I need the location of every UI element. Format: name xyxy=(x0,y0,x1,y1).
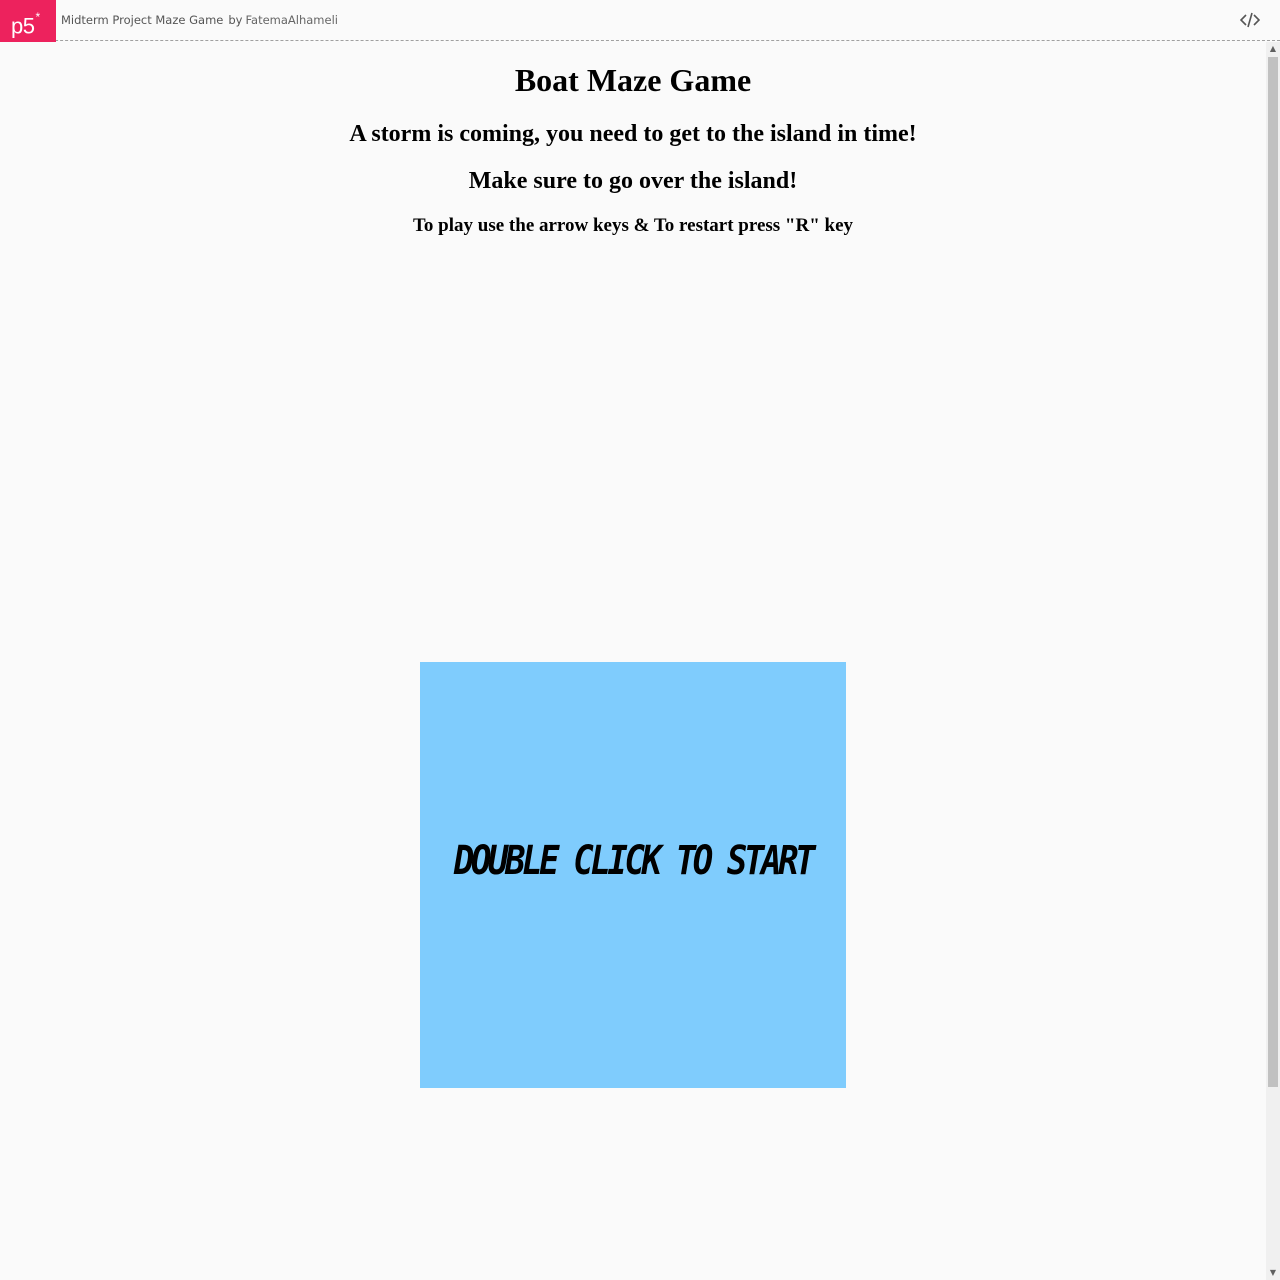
sketch-meta: Midterm Project Maze Game by FatemaAlhamel… xyxy=(61,13,338,27)
author-link[interactable]: FatemaAlhameli xyxy=(245,13,338,27)
instructions: To play use the arrow keys & To restart … xyxy=(413,215,853,236)
sketch-content: Boat Maze Game A storm is coming, you ne… xyxy=(0,42,1266,1280)
p5-logo[interactable]: p5* xyxy=(0,0,56,42)
vertical-scrollbar[interactable]: ▲ ▼ xyxy=(1266,42,1280,1280)
game-canvas[interactable]: DOUBLE CLICK TO START xyxy=(420,662,846,1088)
sketch-title[interactable]: Midterm Project Maze Game xyxy=(61,13,223,27)
code-icon[interactable] xyxy=(1239,11,1261,29)
page-title: Boat Maze Game xyxy=(514,62,752,98)
logo-text: p5 xyxy=(11,13,35,39)
top-bar: p5* Midterm Project Maze Game by FatemaAlh… xyxy=(0,0,1280,42)
start-prompt: DOUBLE CLICK TO START xyxy=(453,838,816,884)
by-label: by xyxy=(228,13,243,27)
scroll-down-arrow-icon[interactable]: ▼ xyxy=(1266,1266,1280,1280)
island-message: Make sure to go over the island! xyxy=(468,168,798,194)
scroll-up-arrow-icon[interactable]: ▲ xyxy=(1266,42,1280,56)
scroll-thumb[interactable] xyxy=(1268,57,1278,1087)
storm-message: A storm is coming, you need to get to th… xyxy=(349,121,917,147)
logo-asterisk: * xyxy=(35,10,40,24)
